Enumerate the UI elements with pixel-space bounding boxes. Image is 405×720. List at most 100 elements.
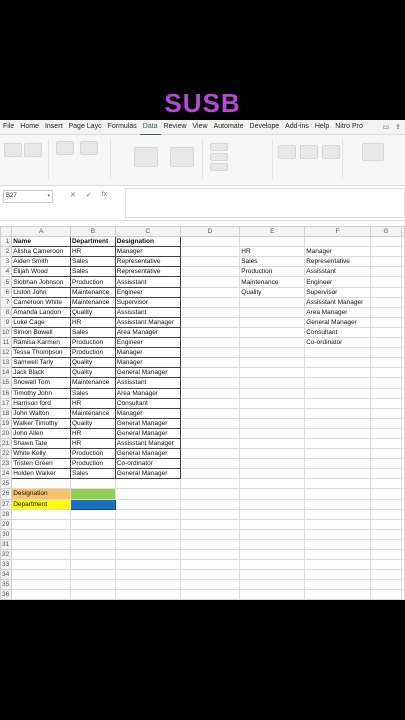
- cell-e4[interactable]: Production: [239, 266, 306, 278]
- cell-c13[interactable]: Manager: [114, 357, 181, 369]
- cell-e36[interactable]: [239, 589, 306, 600]
- cell-d14[interactable]: [179, 367, 241, 379]
- cell-a18[interactable]: John Walton: [11, 407, 71, 419]
- geography-icon[interactable]: [170, 147, 194, 167]
- cell-f26[interactable]: [304, 488, 371, 500]
- cell-a15[interactable]: Snowell Tom: [11, 377, 71, 389]
- cell-e17[interactable]: [239, 397, 306, 409]
- cell-a10[interactable]: Simon Bowell: [11, 326, 71, 339]
- text-to-columns-icon[interactable]: [278, 145, 296, 159]
- cell-a34[interactable]: [11, 569, 71, 581]
- cell-d11[interactable]: [179, 337, 241, 349]
- tab-review[interactable]: Review: [161, 120, 190, 134]
- cell-e15[interactable]: [239, 377, 306, 389]
- cell-f16[interactable]: [304, 387, 371, 399]
- column-header-e[interactable]: E: [239, 225, 306, 238]
- cell-b7[interactable]: Maintenance: [69, 296, 116, 308]
- cell-a8[interactable]: Amanda Landon: [11, 306, 71, 318]
- cell-g30[interactable]: [369, 528, 403, 540]
- cell-b6[interactable]: Maintenance: [69, 286, 116, 298]
- cell-e7[interactable]: [239, 296, 306, 308]
- cell-d31[interactable]: [179, 538, 241, 551]
- cell-d21[interactable]: [179, 437, 241, 450]
- cell-e10[interactable]: [239, 326, 306, 339]
- cell-c11[interactable]: Engineer: [114, 337, 181, 349]
- cell-f4[interactable]: Assisstant: [304, 266, 371, 278]
- confirm-icon[interactable]: ✓: [86, 191, 92, 199]
- cell-g25[interactable]: [369, 478, 403, 490]
- row-header[interactable]: 7: [0, 296, 13, 308]
- cell-f28[interactable]: [304, 508, 371, 520]
- tab-view[interactable]: View: [190, 120, 211, 134]
- cell-c28[interactable]: [114, 508, 181, 520]
- cell-b26[interactable]: [69, 488, 116, 500]
- cell-g34[interactable]: [369, 569, 403, 581]
- cell-a36[interactable]: [11, 589, 71, 600]
- column-header-b[interactable]: B: [69, 225, 116, 238]
- row-header[interactable]: 34: [0, 569, 13, 581]
- cell-e35[interactable]: [239, 579, 306, 591]
- cell-a28[interactable]: [11, 508, 71, 520]
- cell-d17[interactable]: [179, 397, 241, 409]
- column-header-d[interactable]: D: [179, 225, 241, 238]
- cell-b3[interactable]: Sales: [69, 256, 116, 268]
- cell-e9[interactable]: [239, 316, 306, 328]
- cell-b12[interactable]: Production: [69, 347, 116, 359]
- cell-g22[interactable]: [369, 448, 403, 460]
- row-header[interactable]: 19: [0, 417, 13, 429]
- cell-b10[interactable]: Sales: [69, 326, 116, 339]
- cell-d16[interactable]: [179, 387, 241, 399]
- cell-d30[interactable]: [179, 528, 241, 540]
- cell-f21[interactable]: [304, 437, 371, 450]
- cancel-icon[interactable]: ✕: [70, 191, 76, 199]
- cell-b31[interactable]: [69, 538, 116, 551]
- cell-g13[interactable]: [369, 357, 403, 369]
- row-header[interactable]: 12: [0, 347, 13, 359]
- row-header[interactable]: 35: [0, 579, 13, 591]
- cell-c21[interactable]: Assisstant Manager: [114, 437, 181, 450]
- cell-b11[interactable]: Production: [69, 337, 116, 349]
- chevron-down-icon[interactable]: ▾: [47, 191, 50, 202]
- format-table-icon[interactable]: [210, 153, 228, 161]
- row-header[interactable]: 17: [0, 397, 13, 409]
- cell-f23[interactable]: [304, 458, 371, 470]
- row-header[interactable]: 25: [0, 478, 13, 490]
- analyze-data-icon[interactable]: [362, 143, 384, 161]
- cell-d19[interactable]: [179, 417, 241, 429]
- column-header-a[interactable]: A: [11, 225, 71, 238]
- cell-b5[interactable]: Production: [69, 276, 116, 288]
- cell-c15[interactable]: Assisstant: [114, 377, 181, 389]
- cell-d7[interactable]: [179, 296, 241, 308]
- cell-f30[interactable]: [304, 528, 371, 540]
- cell-c16[interactable]: Area Manager: [114, 387, 181, 399]
- cell-b32[interactable]: [69, 548, 116, 561]
- cell-b22[interactable]: Production: [69, 448, 116, 460]
- cell-c8[interactable]: Assisstant: [114, 306, 181, 318]
- cell-g8[interactable]: [369, 306, 403, 318]
- cell-e8[interactable]: [239, 306, 306, 318]
- cell-b25[interactable]: [69, 478, 116, 490]
- row-header[interactable]: 10: [0, 326, 13, 339]
- cell-a19[interactable]: Walker Timothy: [11, 417, 71, 429]
- cell-b17[interactable]: HR: [69, 397, 116, 409]
- row-header[interactable]: 31: [0, 538, 13, 551]
- cell-b2[interactable]: HR: [69, 246, 116, 258]
- row-header[interactable]: 6: [0, 286, 13, 298]
- cell-d26[interactable]: [179, 488, 241, 500]
- tab-file[interactable]: File: [0, 120, 17, 134]
- cell-f27[interactable]: [304, 498, 371, 510]
- cell-b34[interactable]: [69, 569, 116, 581]
- cell-f10[interactable]: Consultant: [304, 326, 371, 339]
- cell-c29[interactable]: [114, 518, 181, 530]
- flash-fill-icon[interactable]: [300, 145, 318, 159]
- cell-f9[interactable]: General Manager: [304, 316, 371, 328]
- cell-f20[interactable]: [304, 427, 371, 439]
- cell-b18[interactable]: Maintenance: [69, 407, 116, 419]
- cell-g7[interactable]: [369, 296, 403, 308]
- row-header[interactable]: 20: [0, 427, 13, 439]
- row-header[interactable]: 9: [0, 316, 13, 328]
- cell-f18[interactable]: [304, 407, 371, 419]
- cell-c23[interactable]: Co-ordinator: [114, 458, 181, 470]
- cell-a4[interactable]: Elijah Wood: [11, 266, 71, 278]
- cell-f32[interactable]: [304, 548, 371, 561]
